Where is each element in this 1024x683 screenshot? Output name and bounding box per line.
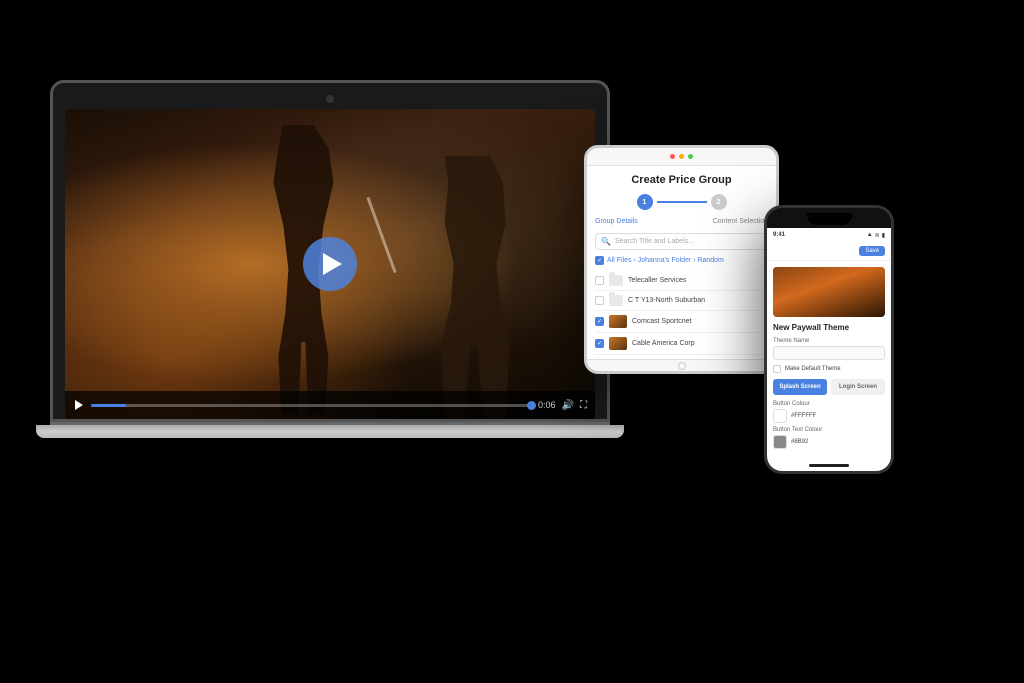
phone-save-button[interactable]: Save: [859, 246, 885, 256]
laptop-screen-wrapper: 0:06 🔊 ⛶: [50, 80, 610, 422]
file-thumb-3: [609, 315, 627, 328]
checkmark-icon: ✓: [597, 257, 602, 264]
laptop-device: 0:06 🔊 ⛶: [50, 80, 610, 438]
step-line: [657, 201, 707, 203]
status-time: 9:41: [773, 232, 785, 238]
splash-screen-tab[interactable]: Splash Screen: [773, 379, 827, 395]
tablet-device: Create Price Group 1 2 Group Details Con…: [584, 145, 779, 374]
play-button[interactable]: [303, 237, 357, 291]
battery-icon: ▮: [882, 232, 885, 239]
all-files-row: ✓ All Files › Johanna's Folder › Random: [595, 256, 768, 265]
laptop-screen: 0:06 🔊 ⛶: [65, 109, 595, 419]
button-text-color-row: #8B92: [773, 435, 885, 449]
phone-video-thumbnail: [773, 267, 885, 317]
file-name-3: Comcast Sportcnet: [632, 318, 768, 325]
folder-icon-2: [609, 295, 623, 306]
button-color-row: #FFFFFF: [773, 409, 885, 423]
button-text-color-value: #8B92: [791, 439, 808, 445]
tablet-title: Create Price Group: [595, 174, 768, 186]
phone-content: New Paywall Theme Theme Name Make Defaul…: [767, 261, 891, 459]
search-bar[interactable]: 🔍 Search Title and Labels...: [595, 233, 768, 250]
phone-home-line: [809, 464, 849, 467]
file-checkbox-2[interactable]: [595, 296, 604, 305]
time-display: 0:06: [538, 400, 556, 410]
laptop-bottom: [36, 425, 624, 438]
phone-tab-row: Splash Screen Login Screen: [773, 379, 885, 395]
button-text-color-swatch[interactable]: [773, 435, 787, 449]
phone-home-bar: [767, 459, 891, 471]
theme-name-input[interactable]: [773, 346, 885, 360]
step-1-circle: 1: [637, 194, 653, 210]
progress-bar[interactable]: [91, 404, 532, 407]
button-text-color-label: Button Text Colour: [773, 427, 885, 433]
tablet-dot-yellow: [679, 154, 684, 159]
microphone-arm: [367, 196, 397, 272]
file-checkbox-3[interactable]: ✓: [595, 317, 604, 326]
step-progress: 1 2: [595, 194, 768, 210]
guitarist-silhouette: [412, 156, 542, 420]
file-row-2[interactable]: C T Y13-North Suburban: [595, 291, 768, 311]
phone-thumb-overlay: [773, 267, 885, 317]
button-color-value: #FFFFFF: [791, 413, 816, 419]
file-name-1: Telecaller Services: [628, 277, 768, 284]
tablet-dot-green: [688, 154, 693, 159]
folder-icon-1: [609, 275, 623, 286]
all-files-checkbox[interactable]: ✓: [595, 256, 604, 265]
wifi-icon: ≋: [875, 232, 880, 239]
file-row-3[interactable]: ✓ Comcast Sportcnet: [595, 311, 768, 333]
signal-icon: ▲: [867, 232, 873, 238]
video-controls-bar: 0:06 🔊 ⛶: [65, 391, 595, 419]
tablet-top-bar: [587, 148, 776, 166]
login-screen-tab[interactable]: Login Screen: [831, 379, 885, 395]
controls-play-button[interactable]: [73, 399, 85, 411]
default-theme-row: Make Default Theme: [773, 365, 885, 373]
button-color-label: Button Colour: [773, 401, 885, 407]
check-4: ✓: [597, 340, 602, 347]
main-scene: 0:06 🔊 ⛶ Create Price Group 1 2: [0, 0, 1024, 683]
step-2-label: Content Selection: [713, 218, 768, 225]
default-theme-checkbox[interactable]: [773, 365, 781, 373]
phone-device: 9:41 ▲ ≋ ▮ Save New Paywall Theme Theme …: [764, 205, 894, 474]
step-2-circle: 2: [711, 194, 727, 210]
phone-notch: [807, 213, 852, 225]
default-theme-label: Make Default Theme: [785, 366, 841, 372]
file-checkbox-4[interactable]: ✓: [595, 339, 604, 348]
progress-dot: [527, 401, 536, 410]
phone-status-bar: 9:41 ▲ ≋ ▮: [767, 228, 891, 242]
file-name-4: Cable America Corp: [632, 340, 768, 347]
tablet-bottom: [587, 359, 776, 371]
fullscreen-icon[interactable]: ⛶: [580, 400, 587, 411]
controls-play-icon: [75, 400, 83, 410]
search-icon: 🔍: [601, 237, 611, 246]
tablet-home-button[interactable]: [678, 362, 686, 370]
step-1-label: Group Details: [595, 218, 638, 225]
file-name-2: C T Y13-North Suburban: [628, 297, 768, 304]
volume-icon[interactable]: 🔊: [562, 400, 574, 411]
breadcrumb-text: All Files › Johanna's Folder › Random: [607, 257, 724, 264]
phone-notch-bar: [767, 208, 891, 228]
file-row-1[interactable]: Telecaller Services: [595, 271, 768, 291]
button-color-swatch[interactable]: [773, 409, 787, 423]
phone-section-title: New Paywall Theme: [773, 323, 885, 332]
play-icon: [323, 253, 342, 275]
laptop-camera: [326, 95, 334, 103]
status-icons: ▲ ≋ ▮: [867, 232, 885, 239]
laptop-base: [50, 422, 610, 438]
tablet-dot-red: [670, 154, 675, 159]
search-placeholder: Search Title and Labels...: [615, 238, 694, 245]
tablet-content: Create Price Group 1 2 Group Details Con…: [587, 166, 776, 359]
file-row-4[interactable]: ✓ Cable America Corp: [595, 333, 768, 355]
progress-fill: [91, 404, 126, 407]
file-checkbox-1[interactable]: [595, 276, 604, 285]
phone-header: Save: [767, 242, 891, 261]
step-labels: Group Details Content Selection: [595, 218, 768, 225]
theme-name-label: Theme Name: [773, 338, 885, 344]
file-thumb-4: [609, 337, 627, 350]
check-3: ✓: [597, 318, 602, 325]
